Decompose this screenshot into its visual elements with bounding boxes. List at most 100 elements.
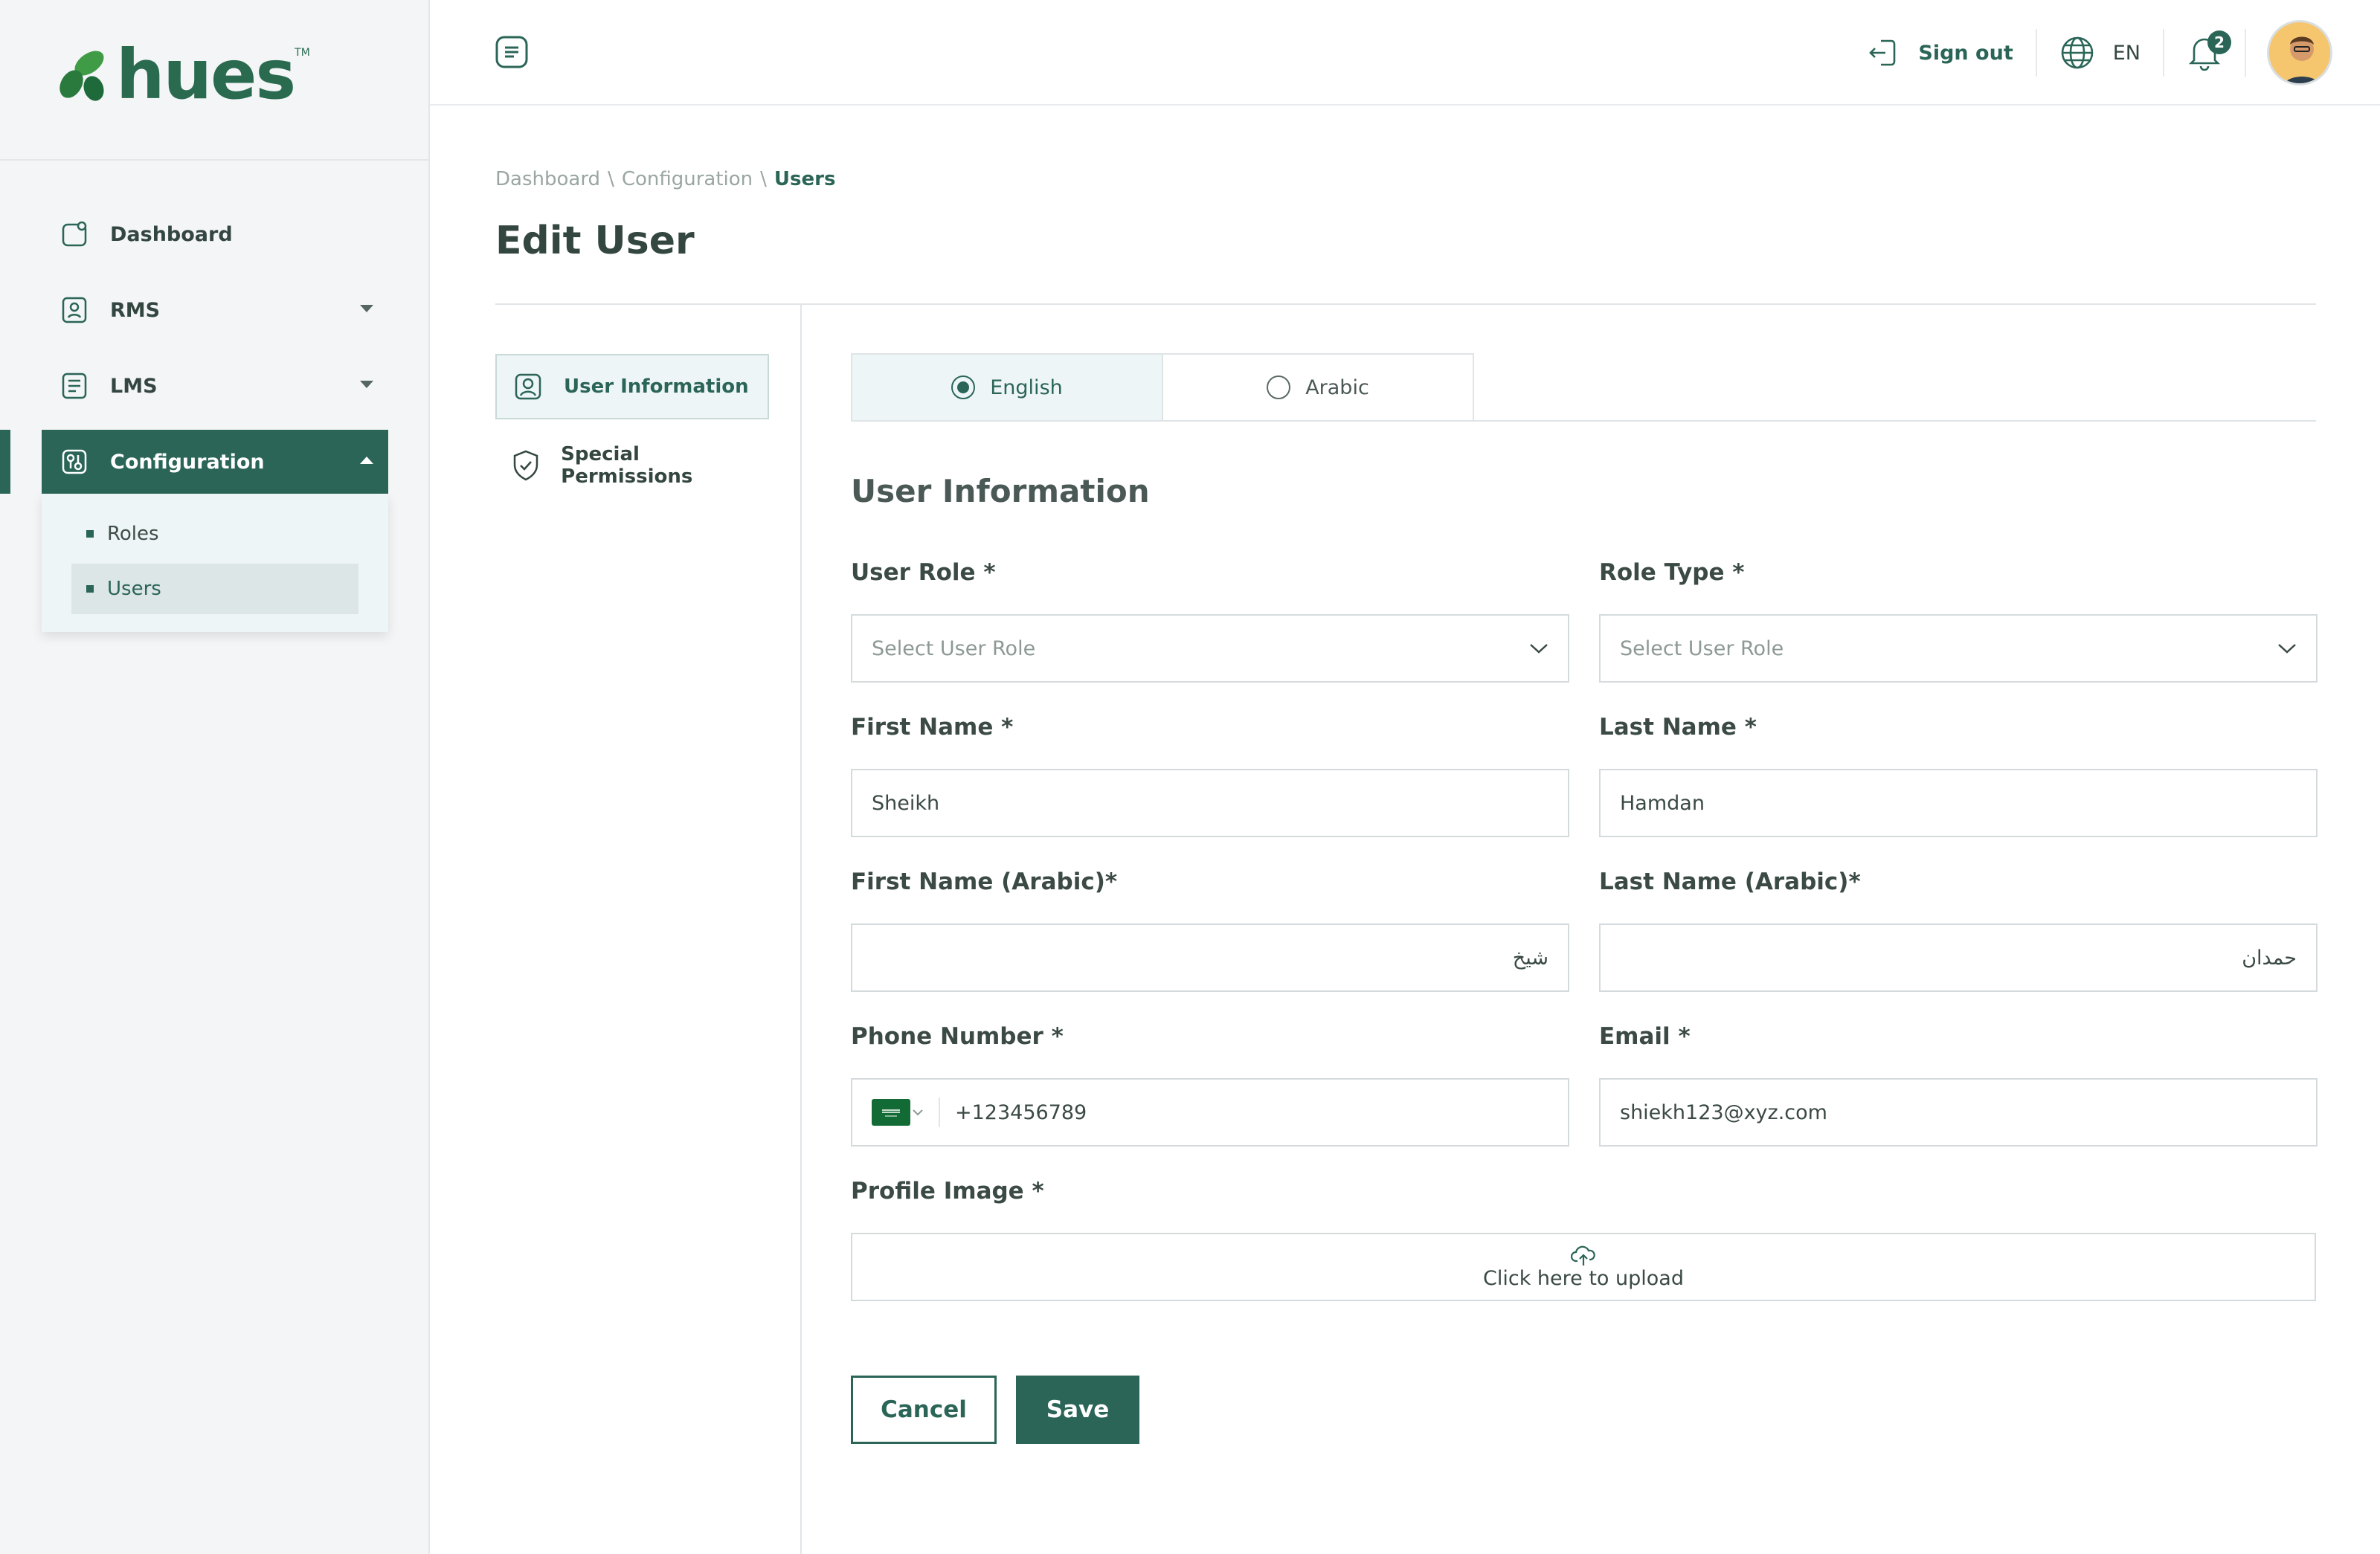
role-type-select[interactable]: Select User Role [1599, 614, 2318, 683]
chevron-down-icon [913, 1109, 923, 1116]
chevron-up-icon [360, 457, 373, 464]
globe-icon [2061, 36, 2094, 69]
last-name-value: Hamdan [1620, 791, 1705, 815]
submenu-item-roles[interactable]: Roles [71, 509, 358, 559]
header-divider [2245, 29, 2246, 77]
sidebar: hues TM Dashboard RMS LMS Configuration [0, 0, 430, 1554]
bullet-icon [86, 585, 94, 593]
user-role-placeholder: Select User Role [872, 636, 1036, 660]
role-type-label: Role Type * [1599, 559, 1745, 586]
last-name-field[interactable]: Hamdan [1599, 769, 2318, 837]
breadcrumb-users: Users [774, 168, 836, 190]
top-header: Sign out EN 2 [430, 0, 2380, 106]
phone-field[interactable]: +123456789 [851, 1078, 1569, 1147]
section-tab-label: User Information [564, 375, 749, 398]
breadcrumb: Dashboard \ Configuration \ Users [495, 168, 835, 190]
sidebar-divider [0, 159, 428, 161]
country-code-select[interactable] [872, 1097, 940, 1127]
role-type-placeholder: Select User Role [1620, 636, 1784, 660]
email-field[interactable]: shiekh123@xyz.com [1599, 1078, 2318, 1147]
leaf-logo-icon [60, 51, 104, 101]
last-name-arabic-field[interactable]: حمدان [1599, 923, 2318, 992]
sidebar-item-label: Configuration [110, 450, 265, 474]
bullet-icon [86, 530, 94, 538]
user-role-select[interactable]: Select User Role [851, 614, 1569, 683]
first-name-value: Sheikh [872, 791, 940, 815]
section-tab-special-permissions[interactable]: Special Permissions [495, 433, 769, 498]
breadcrumb-dashboard[interactable]: Dashboard [495, 168, 600, 190]
language-tabs: English Arabic [851, 353, 2316, 422]
email-label: Email * [1599, 1023, 1691, 1050]
logout-icon [1869, 39, 1896, 66]
chevron-down-icon [360, 305, 373, 312]
first-name-arabic-field[interactable]: شيخ [851, 923, 1569, 992]
shield-check-icon [510, 449, 541, 482]
profile-image-label: Profile Image * [851, 1178, 1044, 1205]
menu-toggle-button[interactable] [494, 34, 530, 70]
last-name-arabic-value: حمدان [2242, 946, 2297, 970]
sign-out-label: Sign out [1918, 41, 2013, 65]
phone-label: Phone Number * [851, 1023, 1064, 1050]
language-label: EN [2112, 41, 2141, 65]
first-name-arabic-label: First Name (Arabic)* [851, 868, 1118, 895]
notifications-button[interactable]: 2 [2164, 30, 2245, 74]
tab-english[interactable]: English [851, 353, 1163, 422]
sidebar-item-label: Dashboard [110, 222, 233, 246]
menu-icon [495, 36, 528, 68]
active-indicator [0, 430, 10, 494]
sidebar-item-label: LMS [110, 374, 158, 398]
hues-logo[interactable]: hues TM [54, 35, 310, 115]
profile-image-upload[interactable]: Click here to upload [851, 1233, 2316, 1301]
phone-value: +123456789 [955, 1100, 1087, 1124]
last-name-arabic-label: Last Name (Arabic)* [1599, 868, 1861, 895]
sidebar-item-label: RMS [110, 298, 161, 322]
last-name-label: Last Name * [1599, 714, 1757, 741]
cancel-button[interactable]: Cancel [851, 1376, 997, 1444]
lms-icon [58, 370, 91, 402]
first-name-label: First Name * [851, 714, 1014, 741]
form-section-nav: User Information Special Permissions [495, 305, 802, 1554]
radio-selected-icon [951, 375, 976, 399]
configuration-submenu: Roles Users [42, 494, 388, 632]
email-value: shiekh123@xyz.com [1620, 1100, 1827, 1124]
avatar[interactable] [2267, 20, 2332, 86]
breadcrumb-separator: \ [760, 168, 767, 190]
sidebar-item-rms[interactable]: RMS [42, 278, 388, 342]
section-tab-user-information[interactable]: User Information [495, 354, 769, 419]
saudi-flag-icon [872, 1099, 910, 1126]
upload-text: Click here to upload [1483, 1266, 1684, 1290]
sidebar-item-configuration[interactable]: Configuration [42, 430, 388, 494]
sign-out-button[interactable]: Sign out [1866, 36, 2035, 69]
save-button[interactable]: Save [1016, 1376, 1139, 1444]
first-name-field[interactable]: Sheikh [851, 769, 1569, 837]
chevron-down-icon [1530, 644, 1548, 654]
rms-icon [58, 294, 91, 326]
dashboard-icon [58, 218, 91, 251]
language-selector[interactable]: EN [2037, 35, 2163, 71]
tab-label: Arabic [1305, 375, 1369, 399]
first-name-arabic-value: شيخ [1512, 946, 1548, 970]
tab-label: English [990, 375, 1063, 399]
notification-badge: 2 [2207, 30, 2231, 54]
page-title: Edit User [495, 219, 695, 263]
chevron-down-icon [360, 381, 373, 388]
chevron-down-icon [2278, 644, 2296, 654]
brand-tm: TM [295, 47, 310, 59]
radio-unselected-icon [1267, 375, 1291, 399]
upload-cloud-icon [1571, 1245, 1595, 1266]
tab-arabic[interactable]: Arabic [1162, 353, 1474, 422]
submenu-item-users[interactable]: Users [71, 564, 358, 614]
sidebar-item-dashboard[interactable]: Dashboard [42, 202, 388, 266]
breadcrumb-separator: \ [608, 168, 614, 190]
user-avatar-icon [2269, 22, 2330, 83]
submenu-item-label: Users [107, 578, 161, 600]
configuration-icon [58, 445, 91, 478]
sidebar-item-lms[interactable]: LMS [42, 354, 388, 418]
submenu-item-label: Roles [107, 523, 159, 545]
section-tab-label: Special Permissions [561, 443, 693, 488]
breadcrumb-configuration[interactable]: Configuration [622, 168, 753, 190]
section-title: User Information [851, 473, 1150, 509]
user-icon [512, 370, 544, 403]
brand-name: hues [116, 35, 296, 115]
user-role-label: User Role * [851, 559, 996, 586]
